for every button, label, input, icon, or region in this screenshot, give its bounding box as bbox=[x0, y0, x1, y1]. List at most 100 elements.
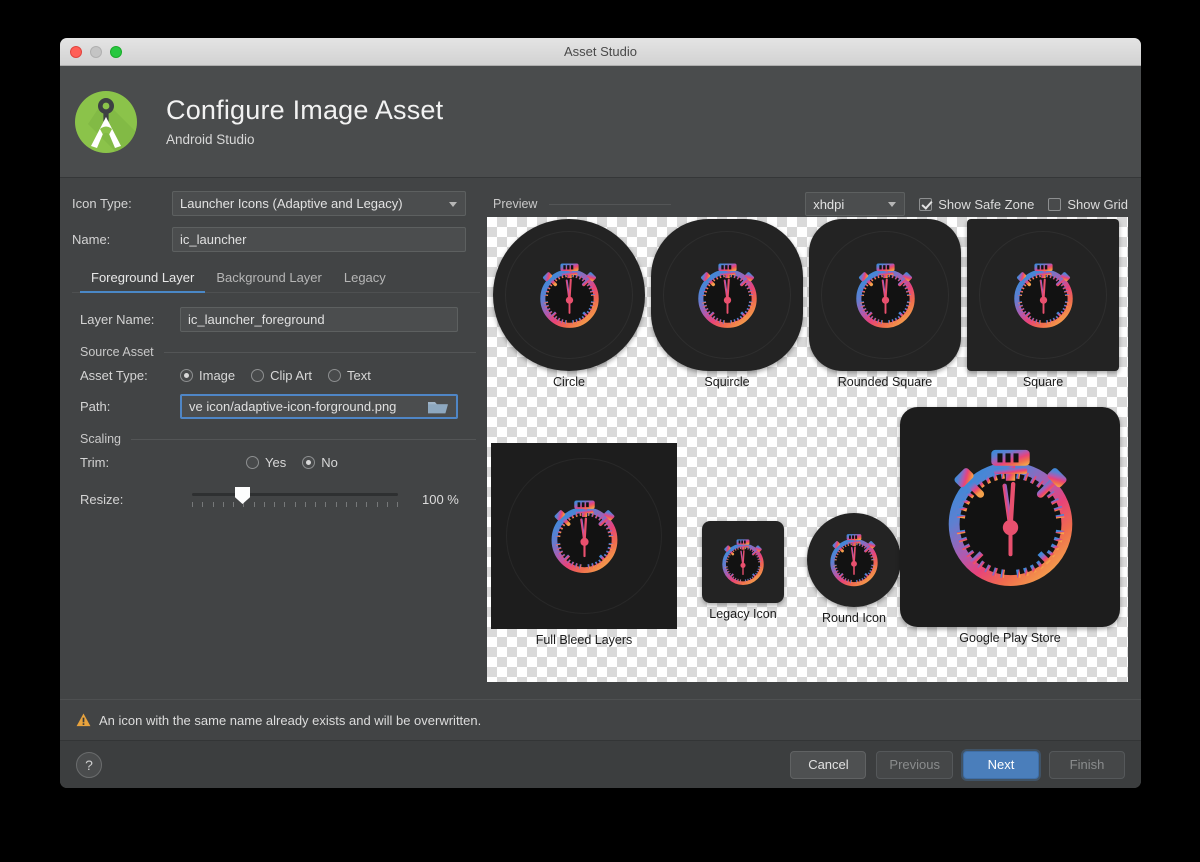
path-label: Path: bbox=[80, 399, 111, 414]
asset-type-row: Asset Type: Image Clip Art Text bbox=[72, 368, 480, 383]
checkbox-icon bbox=[1048, 197, 1062, 211]
radio-trim-yes[interactable]: Yes bbox=[246, 455, 286, 470]
preview-title: Preview bbox=[493, 197, 538, 211]
previous-button[interactable]: Previous bbox=[876, 750, 953, 779]
layer-name-input[interactable]: ic_launcher_foreground bbox=[180, 307, 458, 332]
name-label: Name: bbox=[72, 232, 111, 247]
preview-pane: Preview xhdpi Show Safe Zone Show Grid C… bbox=[480, 179, 1141, 699]
checkmark-icon bbox=[919, 197, 933, 211]
tab-legacy[interactable]: Legacy bbox=[333, 270, 397, 292]
radio-dot-icon bbox=[302, 456, 316, 469]
trim-label: Trim: bbox=[80, 455, 110, 470]
dialog-body: Icon Type: Launcher Icons (Adaptive and … bbox=[60, 179, 1141, 699]
checkbox-show-safe-zone-label: Show Safe Zone bbox=[938, 196, 1035, 212]
preview-tile-squircle-label: Squircle bbox=[704, 375, 750, 389]
layer-name-label: Layer Name: bbox=[80, 312, 155, 327]
warning-bar: An icon with the same name already exist… bbox=[60, 699, 1141, 740]
preview-tile-square-label: Square bbox=[1022, 375, 1064, 389]
source-asset-label: Source Asset bbox=[80, 345, 154, 359]
preview-tile-circle[interactable]: Circle bbox=[489, 219, 649, 389]
icon-type-value: Launcher Icons (Adaptive and Legacy) bbox=[180, 196, 403, 211]
divider bbox=[163, 351, 476, 353]
preview-tile-google-play-store[interactable]: Google Play Store bbox=[895, 407, 1125, 645]
radio-asset-type-image-label: Image bbox=[199, 368, 236, 383]
checkbox-show-grid-label: Show Grid bbox=[1067, 196, 1129, 212]
radio-dot-icon bbox=[328, 369, 342, 382]
preview-tile-full-bleed-layers[interactable]: Full Bleed Layers bbox=[489, 443, 679, 647]
preview-tile-rounded-square[interactable]: Rounded Square bbox=[805, 219, 965, 389]
chevron-down-icon bbox=[449, 201, 457, 207]
finish-button[interactable]: Finish bbox=[1049, 750, 1125, 779]
path-input[interactable]: ve icon/adaptive-icon-forground.png bbox=[180, 394, 458, 419]
folder-icon[interactable] bbox=[427, 398, 449, 415]
preview-tile-squircle[interactable]: Squircle bbox=[647, 219, 807, 389]
finish-button-label: Finish bbox=[1069, 757, 1105, 772]
radio-dot-icon bbox=[246, 456, 259, 469]
chevron-down-icon bbox=[888, 202, 897, 207]
layer-tabs: Foreground Layer Background Layer Legacy bbox=[72, 263, 480, 293]
checkbox-show-safe-zone[interactable]: Show Safe Zone bbox=[919, 197, 1034, 212]
name-value: ic_launcher bbox=[180, 232, 247, 247]
scaling-section: Scaling bbox=[80, 432, 480, 446]
path-value: ve icon/adaptive-icon-forground.png bbox=[189, 399, 397, 414]
preview-toolbar: Preview xhdpi Show Safe Zone Show Grid bbox=[493, 191, 1128, 217]
icon-type-select[interactable]: Launcher Icons (Adaptive and Legacy) bbox=[172, 191, 466, 216]
tab-background-layer-label: Background Layer bbox=[216, 270, 322, 285]
help-button[interactable]: ? bbox=[76, 751, 102, 778]
preview-tile-google-play-store-label: Google Play Store bbox=[959, 631, 1061, 645]
preview-tile-full-bleed-layers-label: Full Bleed Layers bbox=[535, 633, 633, 647]
help-button-label: ? bbox=[85, 756, 93, 773]
preview-tile-square[interactable]: Square bbox=[963, 219, 1123, 389]
preview-tile-round-icon-label: Round Icon bbox=[822, 611, 886, 625]
resize-slider[interactable] bbox=[190, 484, 400, 514]
path-row: Path: ve icon/adaptive-icon-forground.pn… bbox=[72, 394, 480, 419]
icon-type-label: Icon Type: bbox=[72, 196, 132, 211]
trim-row: Trim: Yes No bbox=[72, 455, 480, 470]
radio-dot-icon bbox=[180, 369, 193, 382]
radio-asset-type-clip-art-label: Clip Art bbox=[270, 368, 313, 383]
name-input[interactable]: ic_launcher bbox=[172, 227, 466, 252]
page-title: Configure Image Asset bbox=[166, 95, 444, 126]
dpi-value: xhdpi bbox=[813, 196, 845, 212]
radio-trim-yes-label: Yes bbox=[265, 455, 287, 470]
window-title: Asset Studio bbox=[564, 44, 637, 59]
tab-background-layer[interactable]: Background Layer bbox=[205, 270, 333, 292]
next-button[interactable]: Next bbox=[963, 750, 1039, 779]
android-studio-logo bbox=[75, 90, 137, 153]
preview-tile-round-icon[interactable]: Round Icon bbox=[799, 513, 909, 625]
divider bbox=[131, 438, 476, 440]
preview-tile-legacy-icon[interactable]: Legacy Icon bbox=[689, 521, 797, 621]
previous-button-label: Previous bbox=[889, 757, 940, 772]
stopwatch-icon bbox=[948, 449, 1073, 586]
stopwatch-icon bbox=[540, 263, 599, 328]
asset-type-label: Asset Type: bbox=[80, 368, 148, 383]
tab-legacy-label: Legacy bbox=[343, 270, 386, 285]
asset-studio-window: Asset Studio Configure Image Asset Andro… bbox=[60, 38, 1141, 788]
trim-radio-group: Yes No bbox=[180, 455, 338, 470]
resize-label: Resize: bbox=[80, 491, 124, 507]
resize-value: 100 % bbox=[422, 491, 459, 507]
tab-foreground-layer-label: Foreground Layer bbox=[91, 270, 195, 285]
page-subtitle: Android Studio bbox=[166, 131, 255, 147]
checkbox-show-grid[interactable]: Show Grid bbox=[1048, 197, 1128, 212]
warning-triangle-icon bbox=[76, 713, 91, 727]
cancel-button[interactable]: Cancel bbox=[790, 750, 867, 779]
scaling-label: Scaling bbox=[80, 432, 121, 446]
radio-asset-type-text[interactable]: Text bbox=[328, 368, 371, 383]
radio-asset-type-clip-art[interactable]: Clip Art bbox=[251, 368, 312, 383]
next-button-label: Next bbox=[987, 757, 1015, 772]
radio-asset-type-text-label: Text bbox=[347, 368, 371, 383]
radio-asset-type-image[interactable]: Image bbox=[180, 368, 235, 383]
header-text-block: Configure Image Asset Android Studio bbox=[166, 95, 444, 147]
footer-buttons: Cancel Previous Next Finish bbox=[790, 750, 1125, 779]
window-titlebar: Asset Studio bbox=[60, 38, 1141, 66]
stopwatch-icon bbox=[698, 263, 757, 328]
preview-canvas: Circle Squircle Rounded Square Square Fu… bbox=[487, 217, 1128, 682]
dpi-select[interactable]: xhdpi bbox=[805, 192, 906, 216]
tab-foreground-layer[interactable]: Foreground Layer bbox=[80, 270, 206, 293]
radio-trim-no[interactable]: No bbox=[302, 455, 338, 470]
stopwatch-icon bbox=[856, 263, 915, 328]
slider-ticks bbox=[192, 502, 398, 507]
resize-row: Resize: 100 % bbox=[72, 484, 480, 514]
name-row: Name: ic_launcher bbox=[72, 227, 480, 252]
